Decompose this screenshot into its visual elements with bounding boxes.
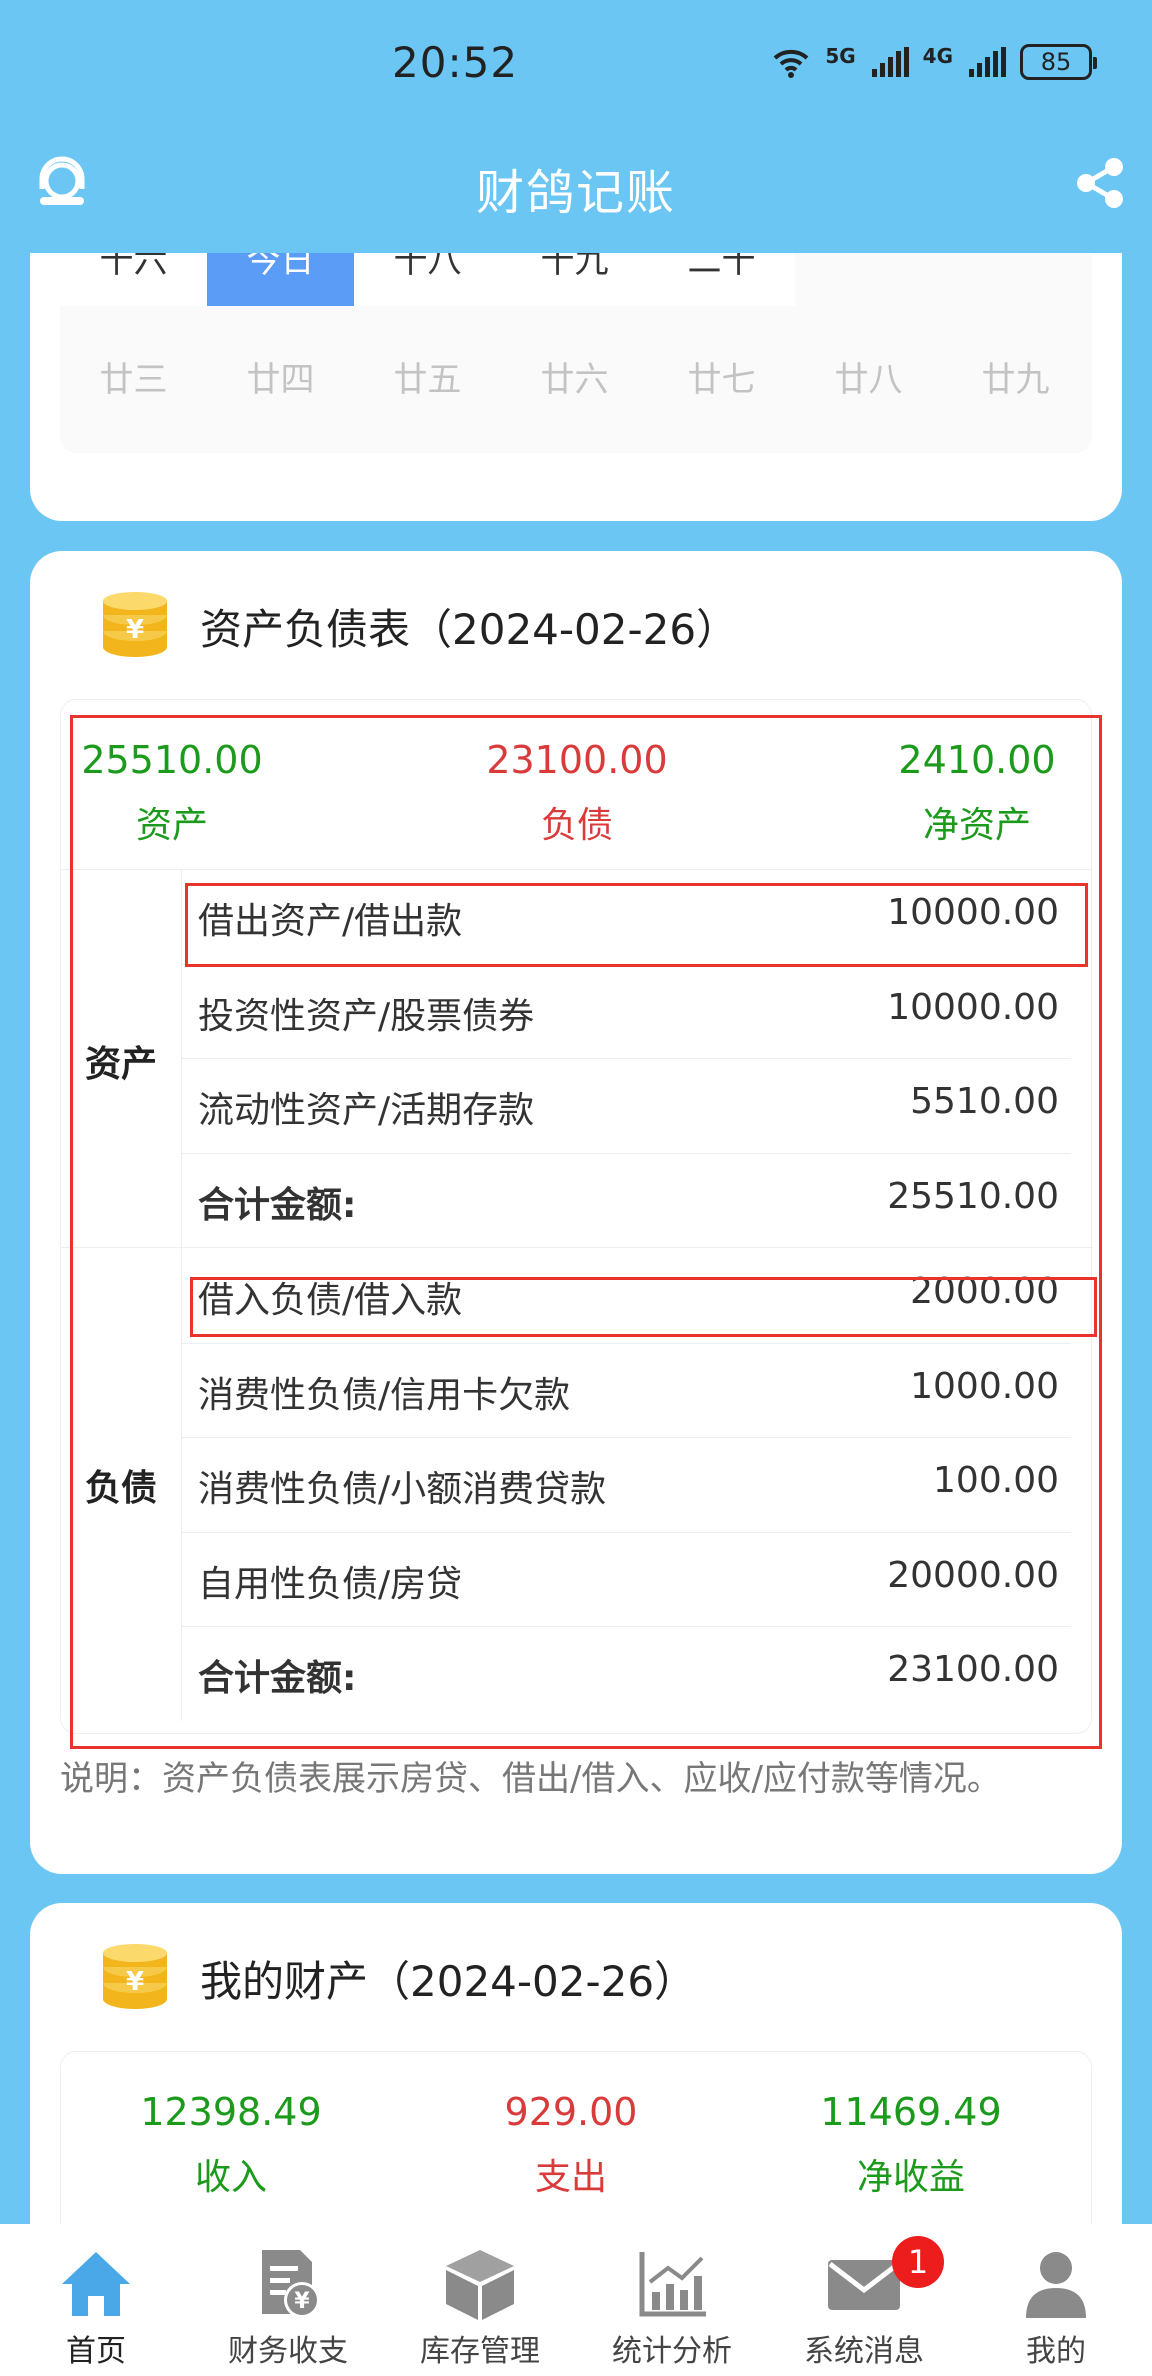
- home-icon: [62, 2252, 130, 2316]
- lunar-calendar: 十六 今日 十八 十九 二十 廿三 廿四 廿五 廿六 廿七 廿八 廿九: [60, 253, 1092, 453]
- battery-icon: 85: [1020, 44, 1097, 80]
- summary-expense-value: 929.00: [504, 2090, 638, 2134]
- finance-document-icon: ¥: [262, 2250, 320, 2318]
- app-header: 财鸽记账: [0, 135, 1152, 255]
- summary-expense-label: 支出: [534, 2157, 607, 2198]
- calendar-day[interactable]: 廿八: [795, 353, 942, 413]
- balance-sheet-title: 资产负债表（2024-02-26）: [200, 604, 739, 654]
- status-icons: 5G 4G 85: [771, 44, 1097, 80]
- inventory-box-icon: [446, 2250, 514, 2320]
- nav-statistics[interactable]: 统计分析: [576, 2224, 768, 2376]
- calendar-day[interactable]: 廿四: [207, 353, 354, 413]
- nav-finance[interactable]: ¥ 财务收支: [192, 2224, 384, 2376]
- summary-net-income: 11469.49 净收益: [801, 2090, 1021, 2200]
- coin-stack-icon: ¥: [103, 1944, 167, 2009]
- nav-home-label: 首页: [66, 2334, 126, 2369]
- calendar-day[interactable]: 二十: [648, 253, 795, 306]
- statistics-chart-icon: [639, 2252, 706, 2317]
- balance-sheet-card: ¥ 资产负债表（2024-02-26） 25510.00 资产 23100.00…: [30, 551, 1122, 1874]
- calendar-day[interactable]: 廿五: [354, 353, 501, 413]
- calendar-day[interactable]: 十六: [60, 253, 207, 306]
- summary-expense: 929.00 支出: [471, 2090, 671, 2200]
- calendar-day[interactable]: 廿三: [60, 353, 207, 413]
- balance-sheet-header: ¥ 资产负债表（2024-02-26）: [100, 586, 738, 666]
- calendar-day[interactable]: 廿六: [501, 353, 648, 413]
- coin-stack-icon: ¥: [103, 592, 167, 657]
- signal-5g-icon: [871, 47, 909, 77]
- nav-messages-label: 系统消息: [804, 2334, 924, 2369]
- calendar-day-today[interactable]: 今日: [207, 253, 354, 306]
- bottom-nav: 首页 ¥ 财务收支 库存管理 统计分析 1 系统消息 我的: [0, 2224, 1152, 2376]
- nav-profile-label: 我的: [1026, 2334, 1086, 2369]
- profile-icon: [1026, 2252, 1086, 2318]
- calendar-week-row: 十六 今日 十八 十九 二十: [60, 253, 795, 306]
- calendar-day[interactable]: 廿九: [942, 353, 1089, 413]
- summary-net-income-label: 净收益: [856, 2157, 965, 2198]
- signal-4g-icon: [969, 47, 1006, 77]
- wifi-icon: [773, 49, 809, 78]
- highlight-outline: [70, 715, 1102, 1749]
- balance-sheet-note: 说明：资产负债表展示房贷、借出/借入、应收/应付款等情况。: [60, 1759, 1001, 1799]
- nav-home[interactable]: 首页: [0, 2224, 192, 2376]
- highlight-outline: [190, 1277, 1097, 1337]
- status-time: 20:52: [392, 38, 519, 87]
- summary-income: 12398.49 收入: [121, 2090, 341, 2200]
- summary-income-value: 12398.49: [140, 2090, 322, 2134]
- svg-text:¥: ¥: [126, 615, 144, 645]
- nav-inventory[interactable]: 库存管理: [384, 2224, 576, 2376]
- my-assets-title: 我的财产（2024-02-26）: [200, 1956, 697, 2006]
- highlight-outline: [185, 883, 1088, 967]
- svg-text:¥: ¥: [126, 1967, 144, 1997]
- calendar-week-row: 廿三 廿四 廿五 廿六 廿七 廿八 廿九: [60, 353, 1089, 413]
- calendar-card: 十六 今日 十八 十九 二十 廿三 廿四 廿五 廿六 廿七 廿八 廿九: [30, 253, 1122, 521]
- nav-statistics-label: 统计分析: [612, 2334, 732, 2369]
- status-bar: 20:52 5G 4G 85: [0, 0, 1152, 135]
- network-5g-label: 5G: [825, 44, 856, 68]
- calendar-day[interactable]: 十八: [354, 253, 501, 306]
- app-title: 财鸽记账: [475, 165, 676, 221]
- mail-icon: [828, 2260, 900, 2310]
- nav-messages[interactable]: 1 系统消息: [768, 2224, 960, 2376]
- nav-profile[interactable]: 我的: [960, 2224, 1152, 2376]
- calendar-day[interactable]: 十九: [501, 253, 648, 306]
- my-assets-header: ¥ 我的财产（2024-02-26）: [100, 1938, 696, 2018]
- nav-inventory-label: 库存管理: [420, 2334, 540, 2369]
- messages-badge: 1: [892, 2236, 944, 2288]
- network-4g-label: 4G: [922, 44, 953, 68]
- summary-net-income-value: 11469.49: [820, 2090, 1002, 2134]
- calendar-day[interactable]: 廿七: [648, 353, 795, 413]
- summary-income-label: 收入: [194, 2157, 267, 2198]
- svg-text:¥: ¥: [294, 2289, 310, 2314]
- share-icon[interactable]: [1072, 155, 1128, 211]
- nav-finance-label: 财务收支: [228, 2334, 348, 2369]
